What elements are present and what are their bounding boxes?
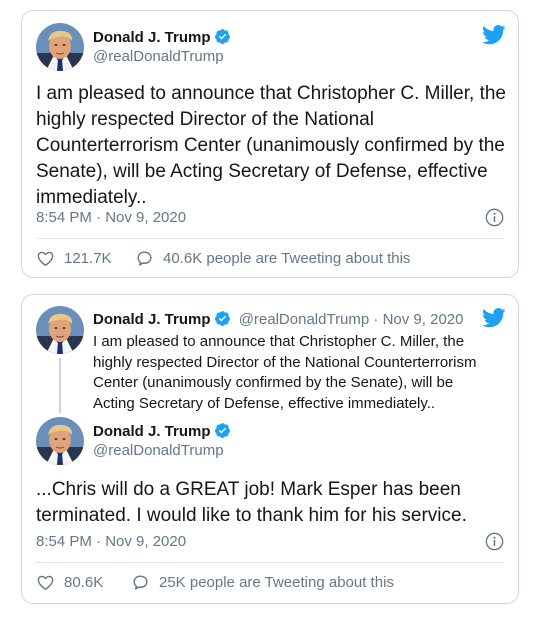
twitter-bird-icon[interactable]	[482, 308, 506, 328]
author-name[interactable]: Donald J. Trump	[93, 28, 231, 46]
tweet-timestamp[interactable]: 8:54 PM · Nov 9, 2020	[36, 533, 186, 550]
like-count: 80.6K	[64, 574, 104, 591]
avatar[interactable]	[36, 23, 84, 71]
like-count: 121.7K	[64, 250, 112, 267]
parent-author-line[interactable]: Donald J. Trump @realDonaldTrump · Nov 9…	[93, 310, 463, 328]
like-button[interactable]: 121.7K	[36, 249, 112, 268]
parent-tweet-text: I am pleased to announce that Christophe…	[93, 333, 477, 412]
twitter-bird-icon[interactable]	[482, 25, 506, 45]
speech-bubble-icon	[135, 249, 154, 268]
avatar-image	[36, 306, 84, 354]
tweet-timestamp[interactable]: 8:54 PM · Nov 9, 2020	[36, 209, 186, 226]
author-name-text: Donald J. Trump	[93, 423, 211, 440]
info-icon[interactable]	[485, 208, 504, 227]
avatar-image	[36, 417, 84, 465]
tweet-card-1[interactable]: Donald J. Trump @realDonaldTrump I am pl…	[21, 10, 519, 278]
parent-author-name: Donald J. Trump	[93, 311, 211, 328]
tweet-card-2[interactable]: Donald J. Trump @realDonaldTrump · Nov 9…	[21, 294, 519, 604]
verified-badge-icon	[214, 422, 231, 439]
thread-connector-line	[59, 358, 61, 413]
avatar[interactable]	[36, 417, 84, 465]
divider	[36, 562, 504, 563]
separator: ·	[369, 311, 383, 328]
speech-bubble-icon	[131, 573, 150, 592]
verified-badge-icon	[214, 28, 231, 45]
parent-date: Nov 9, 2020	[382, 311, 464, 328]
tweeting-about-text: 25K people are Tweeting about this	[159, 574, 394, 591]
tweet-text: ...Chris will do a GREAT job! Mark Esper…	[36, 479, 467, 526]
parent-author-handle: @realDonaldTrump	[238, 311, 370, 328]
author-handle[interactable]: @realDonaldTrump	[93, 48, 224, 65]
avatar[interactable]	[36, 306, 84, 354]
tweeting-about-text: 40.6K people are Tweeting about this	[163, 250, 411, 267]
author-handle[interactable]: @realDonaldTrump	[93, 442, 224, 459]
heart-icon	[36, 249, 55, 268]
avatar-image	[36, 23, 84, 71]
tweeting-about-link[interactable]: 25K people are Tweeting about this	[131, 573, 394, 592]
like-button[interactable]: 80.6K	[36, 573, 103, 592]
info-icon[interactable]	[485, 532, 504, 551]
divider	[36, 238, 504, 239]
author-name[interactable]: Donald J. Trump	[93, 422, 231, 440]
verified-badge-icon	[214, 310, 231, 327]
author-name-text: Donald J. Trump	[93, 29, 211, 46]
tweeting-about-link[interactable]: 40.6K people are Tweeting about this	[135, 249, 410, 268]
tweet-text: I am pleased to announce that Christophe…	[36, 83, 506, 208]
heart-icon	[36, 573, 55, 592]
